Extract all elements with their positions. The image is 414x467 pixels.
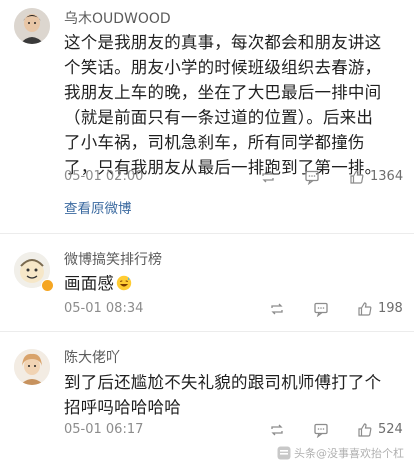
verified-badge — [41, 279, 54, 292]
comment-line: 个笑话。朋友小学的时候班级组织去春游， — [64, 58, 382, 77]
watermark-text: 头条@没事喜欢抬个杠 — [294, 447, 404, 460]
watermark: 头条@没事喜欢抬个杠 — [277, 445, 404, 461]
comment-line: （就是前面只有一条过道的位置）。后来出 — [64, 108, 374, 127]
comment-line: 招呼吗哈哈哈哈 — [64, 398, 181, 417]
like-count: 1364 — [370, 169, 404, 184]
comment-meta: 05-01 02:00 1364 — [64, 167, 414, 187]
comment-icon[interactable] — [313, 301, 329, 317]
like-count: 524 — [378, 422, 403, 437]
comment-meta: 05-01 06:17 524 — [64, 420, 414, 440]
comment-icon[interactable] — [313, 422, 329, 438]
comment-icon[interactable] — [304, 169, 320, 185]
comment-text: 这个是我朋友的真事，每次都会和朋友讲这 个笑话。朋友小学的时候班级组织去春游， … — [64, 30, 394, 180]
timestamp: 05-01 02:00 — [64, 169, 144, 184]
avatar[interactable] — [14, 8, 50, 44]
username[interactable]: 陈大佬吖 — [64, 349, 120, 367]
thumbs-up-icon[interactable] — [357, 422, 373, 438]
thumbs-up-icon[interactable] — [349, 169, 365, 185]
toutiao-logo-icon — [277, 446, 291, 460]
avatar[interactable] — [14, 349, 50, 385]
thumbs-up-icon[interactable] — [357, 301, 373, 317]
repost-icon[interactable] — [269, 301, 285, 317]
comment-text: 到了后还尴尬不失礼貌的跟司机师傅打了个 招呼吗哈哈哈哈 — [64, 370, 394, 420]
timestamp: 05-01 06:17 — [64, 422, 144, 437]
like-count: 198 — [378, 301, 403, 316]
comment-line: 画面感 — [64, 271, 394, 296]
timestamp: 05-01 08:34 — [64, 301, 144, 316]
comment-text: 画面感 — [64, 271, 394, 296]
comment-line: 了小车祸，司机急刹车，所有同学都撞伤 — [64, 133, 365, 152]
repost-icon[interactable] — [269, 422, 285, 438]
username[interactable]: 微博搞笑排行榜 — [64, 251, 162, 269]
comment-line: 到了后还尴尬不失礼貌的跟司机师傅打了个 — [64, 373, 382, 392]
comment-line: 我朋友上车的晚，坐在了大巴最后一排中间 — [64, 83, 382, 102]
comment-item: 乌木OUDWOOD 这个是我朋友的真事，每次都会和朋友讲这 个笑话。朋友小学的时… — [0, 0, 414, 226]
comment-line: 这个是我朋友的真事，每次都会和朋友讲这 — [64, 33, 382, 52]
comment-item: 微博搞笑排行榜 画面感 05-01 08:34 198 — [0, 234, 414, 330]
comment-meta: 05-01 08:34 198 — [64, 299, 414, 319]
grin-sweat-emoji — [116, 275, 132, 291]
view-original-link[interactable]: 查看原微博 — [64, 200, 132, 218]
comment-line-text: 画面感 — [64, 274, 115, 293]
username[interactable]: 乌木OUDWOOD — [64, 10, 171, 28]
repost-icon[interactable] — [260, 169, 276, 185]
